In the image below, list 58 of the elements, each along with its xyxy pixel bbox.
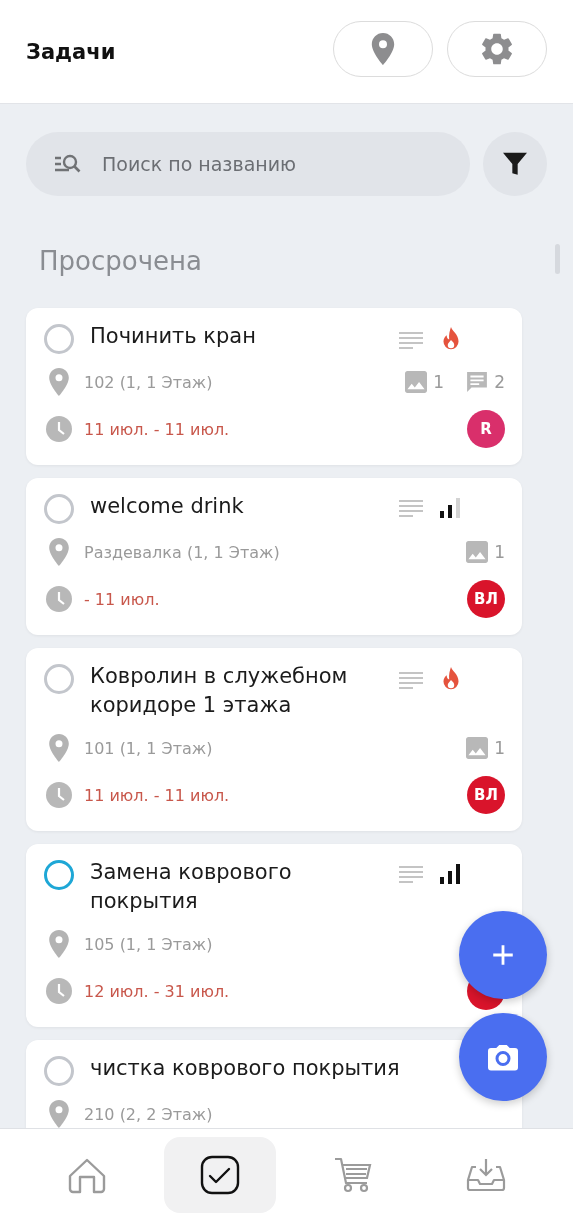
task-title: Ковролин в служебном коридоре 1 этажа xyxy=(90,663,349,719)
status-circle[interactable] xyxy=(44,494,74,524)
comment-icon xyxy=(466,371,489,393)
clock-icon xyxy=(45,415,73,443)
page-title: Задачи xyxy=(26,39,116,64)
status-circle[interactable] xyxy=(44,324,74,354)
status-circle[interactable] xyxy=(44,664,74,694)
inbox-download-icon[interactable] xyxy=(466,1158,507,1192)
task-title: Починить кран xyxy=(90,323,257,350)
task-location: 105 (1, 1 Этаж) xyxy=(84,934,214,954)
location-pin-icon xyxy=(370,32,396,65)
photo-count: 1 xyxy=(433,372,445,392)
task-card[interactable]: welcome drink Раздевалка (1, 1 Этаж) 1 - 11 июл. ВЛ xyxy=(26,478,522,635)
task-location: 210 (2, 2 Этаж) xyxy=(84,1104,214,1124)
location-pin-icon xyxy=(49,368,69,396)
settings-icon[interactable] xyxy=(481,32,513,65)
task-card[interactable]: Ковролин в служебном коридоре 1 этажа 101 (1, 1 Этаж) 1 11 июл. - 11 июл. ВЛ xyxy=(26,648,522,831)
task-title: чистка коврового покрытия xyxy=(90,1055,401,1082)
location-pin-icon xyxy=(49,1100,69,1128)
task-card[interactable]: чистка коврового покрытия 210 (2, 2 Этаж) xyxy=(26,1040,522,1128)
task-location: 101 (1, 1 Этаж) xyxy=(84,738,214,758)
task-location: 102 (1, 1 Этаж) xyxy=(84,372,214,392)
task-card[interactable]: Починить кран 102 (1, 1 Этаж) 1 2 11 июл. - 11 июл. R xyxy=(26,308,522,465)
filter-icon xyxy=(503,152,527,176)
clock-icon xyxy=(45,781,73,809)
image-icon xyxy=(466,541,489,563)
home-icon[interactable] xyxy=(66,1156,107,1194)
task-card[interactable]: Замена коврового покрытия 105 (1, 1 Этаж) 12 июл. - 31 июл. xyxy=(26,844,522,1027)
status-circle[interactable] xyxy=(44,860,74,890)
task-title: welcome drink xyxy=(90,493,245,520)
tasks-tab[interactable] xyxy=(163,1137,276,1213)
task-title: Замена коврового покрытия xyxy=(90,859,293,915)
assignee-avatar: R xyxy=(467,410,505,448)
status-circle[interactable] xyxy=(44,1056,74,1086)
task-location: Раздевалка (1, 1 Этаж) xyxy=(84,542,281,562)
camera-button[interactable] xyxy=(459,1013,547,1101)
image-icon xyxy=(405,371,428,393)
task-dates: 12 июл. - 31 июл. xyxy=(84,981,231,1001)
location-pin-icon xyxy=(49,734,69,762)
task-dates: 11 июл. - 11 июл. xyxy=(84,785,231,805)
assignee-avatar: ВЛ xyxy=(467,776,505,814)
task-dates: - 11 июл. xyxy=(84,589,161,609)
photo-count: 1 xyxy=(494,738,505,758)
section-heading: Просрочена xyxy=(39,246,203,276)
comment-count: 2 xyxy=(494,372,505,392)
clock-icon xyxy=(45,585,73,613)
assignee-avatar: ВЛ xyxy=(467,580,505,618)
plus-icon xyxy=(490,942,516,968)
checkbox-icon[interactable] xyxy=(199,1155,240,1195)
clock-icon xyxy=(45,977,73,1005)
cart-icon[interactable] xyxy=(334,1157,373,1193)
photo-count: 1 xyxy=(494,542,505,562)
image-icon xyxy=(466,737,489,759)
camera-icon xyxy=(488,1043,518,1071)
search-field[interactable]: Поиск по названию xyxy=(26,132,470,196)
location-pin-icon xyxy=(49,930,69,958)
location-pin-icon xyxy=(49,538,69,566)
task-dates: 11 июл. - 11 июл. xyxy=(84,419,231,439)
